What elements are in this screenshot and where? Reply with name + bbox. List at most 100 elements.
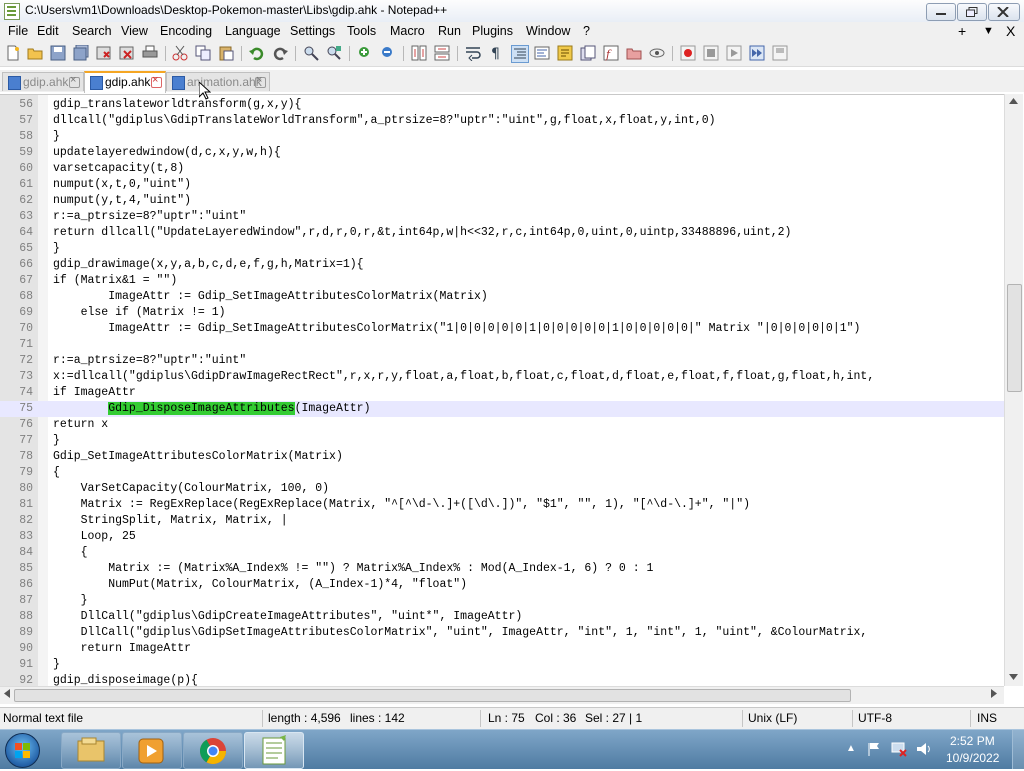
taskbar-chrome[interactable] [183, 732, 243, 769]
clock-date[interactable]: 10/9/2022 [946, 751, 999, 765]
menu-macro[interactable]: Macro [390, 24, 425, 38]
copy-icon[interactable] [195, 45, 211, 61]
code-line[interactable]: 68 ImageAttr := Gdip_SetImageAttributesC… [0, 289, 1004, 305]
close-window-button[interactable] [988, 3, 1020, 21]
zoom-in-icon[interactable] [357, 45, 373, 61]
status-eol[interactable]: Unix (LF) [748, 711, 797, 725]
print-icon[interactable] [142, 45, 158, 61]
code-line[interactable]: 77} [0, 433, 1004, 449]
start-button[interactable] [5, 733, 40, 768]
tab-close-icon[interactable] [151, 74, 162, 88]
code-line[interactable]: 59 updatelayeredwindow(d,c,x,y,w,h){ [0, 145, 1004, 161]
code-line[interactable]: 62 numput(y,t,4,"uint") [0, 193, 1004, 209]
menu-edit[interactable]: Edit [37, 24, 59, 38]
new-tab-plus-button[interactable]: + [958, 23, 966, 39]
scroll-down-icon[interactable] [1009, 674, 1018, 680]
scroll-right-icon[interactable] [991, 689, 997, 698]
code-editor[interactable]: 56 gdip_translateworldtransform(g,x,y){57… [0, 94, 1004, 687]
code-line[interactable]: 60 varsetcapacity(t,8) [0, 161, 1004, 177]
cut-icon[interactable] [172, 45, 188, 61]
code-line[interactable]: 72 r:=a_ptrsize=8?"uptr":"uint" [0, 353, 1004, 369]
code-line[interactable]: 79 { [0, 465, 1004, 481]
tab-gdip-ahk-2[interactable]: gdip.ahk [84, 71, 166, 93]
open-folder-icon[interactable] [27, 45, 43, 61]
save-all-icon[interactable] [73, 45, 89, 61]
menu-run[interactable]: Run [438, 24, 461, 38]
code-line[interactable]: 83 Loop, 25 [0, 529, 1004, 545]
code-line[interactable]: 76 return x [0, 417, 1004, 433]
vertical-scroll-thumb[interactable] [1007, 284, 1022, 392]
show-hidden-icons-button[interactable]: ▲ [846, 743, 856, 754]
menu-encoding[interactable]: Encoding [160, 24, 212, 38]
scroll-left-icon[interactable] [4, 689, 10, 698]
code-line[interactable]: 67 if (Matrix&1 = "") [0, 273, 1004, 289]
code-line[interactable]: 63 r:=a_ptrsize=8?"uptr":"uint" [0, 209, 1004, 225]
tab-close-icon[interactable] [255, 74, 266, 88]
find-icon[interactable] [303, 45, 319, 61]
code-line[interactable]: 75 Gdip_DisposeImageAttributes(ImageAttr… [0, 401, 1004, 417]
play-macro-icon[interactable] [726, 45, 742, 61]
doc-list-icon[interactable] [580, 45, 596, 61]
code-line[interactable]: 65} [0, 241, 1004, 257]
code-line[interactable]: 74 if ImageAttr [0, 385, 1004, 401]
restore-button[interactable] [957, 3, 987, 21]
save-icon[interactable] [50, 45, 66, 61]
code-line[interactable]: 81 Matrix := RegExReplace(RegExReplace(M… [0, 497, 1004, 513]
udl-icon[interactable] [534, 45, 550, 61]
monitoring-eye-icon[interactable] [649, 45, 665, 61]
stop-macro-icon[interactable] [703, 45, 719, 61]
network-disconnected-icon[interactable] [890, 741, 908, 757]
menu-view[interactable]: View [121, 24, 148, 38]
menu-file[interactable]: File [8, 24, 28, 38]
show-all-chars-icon[interactable]: ¶ [488, 45, 504, 61]
close-doc-button[interactable]: X [1006, 23, 1015, 39]
paste-icon[interactable] [218, 45, 234, 61]
new-file-icon[interactable] [5, 45, 21, 61]
run-macro-multiple-icon[interactable] [749, 45, 765, 61]
menu-window[interactable]: Window [526, 24, 570, 38]
save-macro-icon[interactable] [772, 45, 788, 61]
redo-icon[interactable] [272, 45, 288, 61]
status-insert-mode[interactable]: INS [977, 711, 997, 725]
word-wrap-icon[interactable] [465, 45, 481, 61]
close-all-icon[interactable] [119, 45, 135, 61]
action-center-flag-icon[interactable] [866, 741, 882, 757]
code-line[interactable]: 58} [0, 129, 1004, 145]
menu-tools[interactable]: Tools [347, 24, 376, 38]
volume-icon[interactable] [915, 741, 933, 757]
minimize-button[interactable] [926, 3, 956, 21]
code-line[interactable]: 86 NumPut(Matrix, ColourMatrix, (A_Index… [0, 577, 1004, 593]
taskbar-explorer[interactable] [61, 732, 121, 769]
vertical-scrollbar[interactable] [1004, 94, 1023, 686]
code-line[interactable]: 70 ImageAttr := Gdip_SetImageAttributesC… [0, 321, 1004, 337]
code-line[interactable]: 57 dllcall("gdiplus\GdipTranslateWorldTra… [0, 113, 1004, 129]
code-line[interactable]: 87 } [0, 593, 1004, 609]
code-line[interactable]: 66 gdip_drawimage(x,y,a,b,c,d,e,f,g,h,Mat… [0, 257, 1004, 273]
folder-workspace-icon[interactable] [626, 45, 642, 61]
close-file-icon[interactable] [96, 45, 112, 61]
menu-search[interactable]: Search [72, 24, 112, 38]
code-line[interactable]: 89 DllCall("gdiplus\GdipSetImageAttribut… [0, 625, 1004, 641]
record-macro-icon[interactable] [680, 45, 696, 61]
clock-time[interactable]: 2:52 PM [950, 734, 995, 748]
code-line[interactable]: 80 VarSetCapacity(ColourMatrix, 100, 0) [0, 481, 1004, 497]
function-list-icon[interactable]: f [603, 45, 619, 61]
sync-vertical-icon[interactable] [411, 45, 427, 61]
replace-icon[interactable] [326, 45, 342, 61]
code-line[interactable]: 88 DllCall("gdiplus\GdipCreateImageAttri… [0, 609, 1004, 625]
undo-icon[interactable] [249, 45, 265, 61]
code-line[interactable]: 92 gdip_disposeimage(p){ [0, 673, 1004, 687]
menu-settings[interactable]: Settings [290, 24, 335, 38]
show-desktop-button[interactable] [1012, 730, 1024, 769]
zoom-out-icon[interactable] [380, 45, 396, 61]
code-line[interactable]: 64 return dllcall("UpdateLayeredWindow",r… [0, 225, 1004, 241]
code-line[interactable]: 69 else if (Matrix != 1) [0, 305, 1004, 321]
code-line[interactable]: 85 Matrix := (Matrix%A_Index% != "") ? M… [0, 561, 1004, 577]
status-encoding[interactable]: UTF-8 [858, 711, 892, 725]
code-line[interactable]: 91} [0, 657, 1004, 673]
code-line[interactable]: 61 numput(x,t,0,"uint") [0, 177, 1004, 193]
menu-language[interactable]: Language [225, 24, 281, 38]
code-line[interactable]: 90 return ImageAttr [0, 641, 1004, 657]
tab-close-icon[interactable] [69, 74, 80, 88]
tab-animation-ahk[interactable]: animation.ahk [166, 72, 270, 91]
